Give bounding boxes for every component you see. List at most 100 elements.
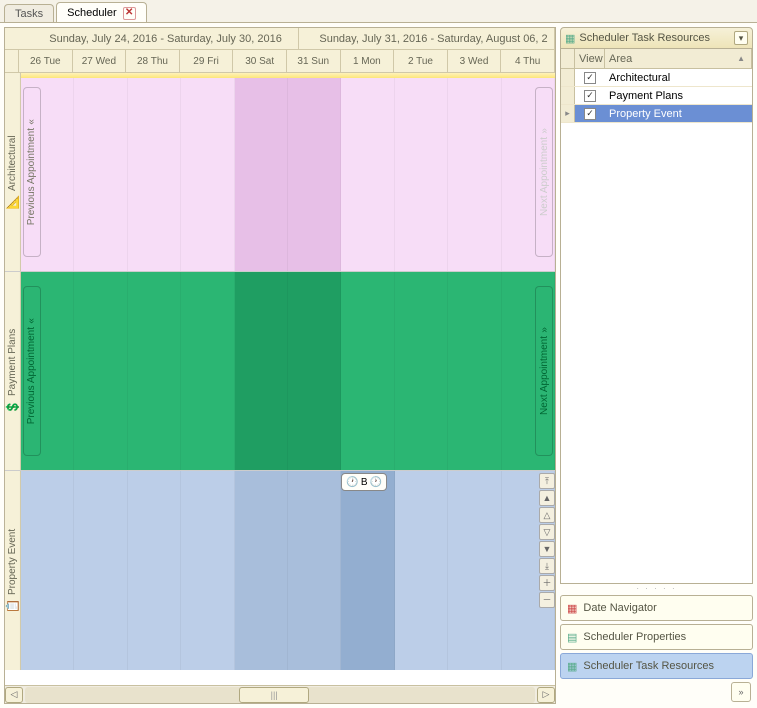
resource-label-text: Property Event	[7, 528, 18, 594]
day-header-cell[interactable]: 4 Thu	[501, 50, 555, 72]
close-icon[interactable]: ✕	[123, 7, 136, 20]
timeline-header: Sunday, July 24, 2016 - Saturday, July 3…	[5, 28, 555, 73]
tab-tasks[interactable]: Tasks	[4, 4, 54, 22]
next-appointment-button[interactable]: » Next Appointment	[535, 286, 553, 456]
chevron-left-icon: «	[26, 318, 37, 324]
vertical-nav-buttons: ⤒ ▲ △ ▽ ▼ ⤓ ＋ －	[539, 473, 555, 609]
view-checkbox-cell[interactable]: ✓	[575, 72, 605, 84]
day-header-cell[interactable]: 1 Mon	[341, 50, 395, 72]
resource-label[interactable]: 💲 Payment Plans	[5, 272, 21, 470]
calendar-icon: ▦	[567, 602, 577, 615]
panel-label: Date Navigator	[583, 602, 656, 614]
resource-rows: 📐 Architectural « Previous Appointment »…	[5, 73, 555, 685]
grid-header: View Area ▲	[561, 49, 752, 69]
panel-scheduler-task-resources[interactable]: ▦ Scheduler Task Resources	[560, 653, 753, 679]
resource-row-payment-plans: 💲 Payment Plans « Previous Appointment »…	[5, 272, 555, 471]
page-down-button[interactable]: ▽	[539, 524, 555, 540]
expand-icon[interactable]: ▾	[734, 31, 748, 45]
chevron-right-icon: »	[539, 327, 550, 333]
scheduler-pane: Sunday, July 24, 2016 - Saturday, July 3…	[4, 27, 556, 704]
resource-label-text: Architectural	[7, 135, 18, 191]
view-checkbox-cell[interactable]: ✓	[575, 90, 605, 102]
clock-icon: 🕐	[346, 477, 358, 488]
area-cell: Payment Plans	[605, 90, 752, 102]
scroll-right-button[interactable]: ▷	[537, 687, 555, 703]
side-panel-header[interactable]: ▦ Scheduler Task Resources ▾	[560, 27, 753, 49]
view-checkbox-cell[interactable]: ✓	[575, 108, 605, 120]
payment-icon: 💲	[5, 399, 19, 414]
resource-label[interactable]: 📋 Property Event	[5, 471, 21, 670]
architectural-icon: 📐	[5, 194, 19, 209]
side-pane: ▦ Scheduler Task Resources ▾ View Area ▲…	[560, 27, 753, 704]
event-label: B	[361, 477, 368, 488]
column-header-view[interactable]: View	[575, 49, 605, 68]
tab-label: Tasks	[15, 8, 43, 20]
prev-appointment-label: Previous Appointment	[26, 128, 37, 225]
row-indicator: ▸	[561, 105, 575, 122]
tab-bar: Tasks Scheduler ✕	[0, 0, 757, 22]
header-pad	[5, 50, 19, 72]
resource-row-property-event: 📋 Property Event 🕐 B 🕐 ⤒ ▲ △	[5, 471, 555, 670]
collapse-row: »	[560, 682, 753, 704]
gutter	[21, 73, 555, 78]
column-header-area[interactable]: Area ▲	[605, 49, 752, 68]
collapse-button[interactable]: »	[731, 682, 751, 702]
scrollbar-thumb[interactable]: |||	[239, 687, 309, 703]
prev-appointment-button[interactable]: « Previous Appointment	[23, 87, 41, 257]
properties-icon: ▤	[567, 631, 577, 644]
resources-icon: ▦	[565, 32, 575, 45]
clock-icon: 🕐	[370, 477, 382, 488]
day-header-cell[interactable]: 31 Sun	[287, 50, 341, 72]
scroll-top-button[interactable]: ⤒	[539, 473, 555, 489]
scrollbar-track[interactable]: |||	[25, 687, 535, 703]
scroll-up-button[interactable]: ▲	[539, 490, 555, 506]
scroll-bottom-button[interactable]: ⤓	[539, 558, 555, 574]
splitter-handle[interactable]: · · · · ·	[560, 584, 753, 592]
next-appointment-label: Next Appointment	[539, 336, 550, 415]
day-header-cell[interactable]: 28 Thu	[126, 50, 180, 72]
day-header-cell[interactable]: 26 Tue	[19, 50, 73, 72]
area-cell: Architectural	[605, 72, 752, 84]
panel-scheduler-properties[interactable]: ▤ Scheduler Properties	[560, 624, 753, 650]
resource-body[interactable]: 🕐 B 🕐 ⤒ ▲ △ ▽ ▼ ⤓ ＋ －	[21, 471, 555, 670]
sort-asc-icon: ▲	[737, 54, 745, 63]
next-appointment-button[interactable]: » Next Appointment	[535, 87, 553, 257]
scroll-down-button[interactable]: ▼	[539, 541, 555, 557]
checkbox-icon: ✓	[584, 90, 596, 102]
tab-label: Scheduler	[67, 7, 117, 19]
resource-body[interactable]: « Previous Appointment » Next Appointmen…	[21, 272, 555, 470]
appointment-event[interactable]: 🕐 B 🕐	[341, 473, 387, 491]
grid-row[interactable]: ▸ ✓ Property Event	[561, 105, 752, 123]
week-header-row: Sunday, July 24, 2016 - Saturday, July 3…	[5, 28, 555, 50]
prev-appointment-button[interactable]: « Previous Appointment	[23, 286, 41, 456]
horizontal-scrollbar: ◁ ||| ▷	[5, 685, 555, 703]
page-up-button[interactable]: △	[539, 507, 555, 523]
resources-icon: ▦	[567, 660, 577, 673]
day-header-cell[interactable]: 30 Sat	[233, 50, 287, 72]
grid-row[interactable]: ✓ Architectural	[561, 69, 752, 87]
scroll-left-button[interactable]: ◁	[5, 687, 23, 703]
resource-grid: View Area ▲ ✓ Architectural ✓ Payment Pl…	[560, 49, 753, 584]
day-header-cell[interactable]: 27 Wed	[73, 50, 127, 72]
chevron-left-icon: «	[26, 119, 37, 125]
resource-label-text: Payment Plans	[7, 328, 18, 395]
side-panel-title: Scheduler Task Resources	[579, 32, 710, 44]
panel-label: Scheduler Properties	[583, 631, 686, 643]
grid-header-pad	[561, 49, 575, 68]
week-range-cell[interactable]: Sunday, July 24, 2016 - Saturday, July 3…	[5, 28, 299, 49]
day-header-cell[interactable]: 29 Fri	[180, 50, 234, 72]
resource-label[interactable]: 📐 Architectural	[5, 73, 21, 271]
zoom-in-button[interactable]: ＋	[539, 575, 555, 591]
day-header-cell[interactable]: 2 Tue	[394, 50, 448, 72]
row-indicator	[561, 87, 575, 104]
grid-row[interactable]: ✓ Payment Plans	[561, 87, 752, 105]
panel-date-navigator[interactable]: ▦ Date Navigator	[560, 595, 753, 621]
chevron-right-icon: »	[539, 128, 550, 134]
resource-body[interactable]: « Previous Appointment » Next Appointmen…	[21, 73, 555, 271]
main-container: Sunday, July 24, 2016 - Saturday, July 3…	[0, 22, 757, 708]
week-range-cell[interactable]: Sunday, July 31, 2016 - Saturday, August…	[299, 28, 555, 49]
panel-label: Scheduler Task Resources	[583, 660, 714, 672]
day-header-cell[interactable]: 3 Wed	[448, 50, 502, 72]
tab-scheduler[interactable]: Scheduler ✕	[56, 2, 147, 22]
zoom-out-button[interactable]: －	[539, 592, 555, 608]
